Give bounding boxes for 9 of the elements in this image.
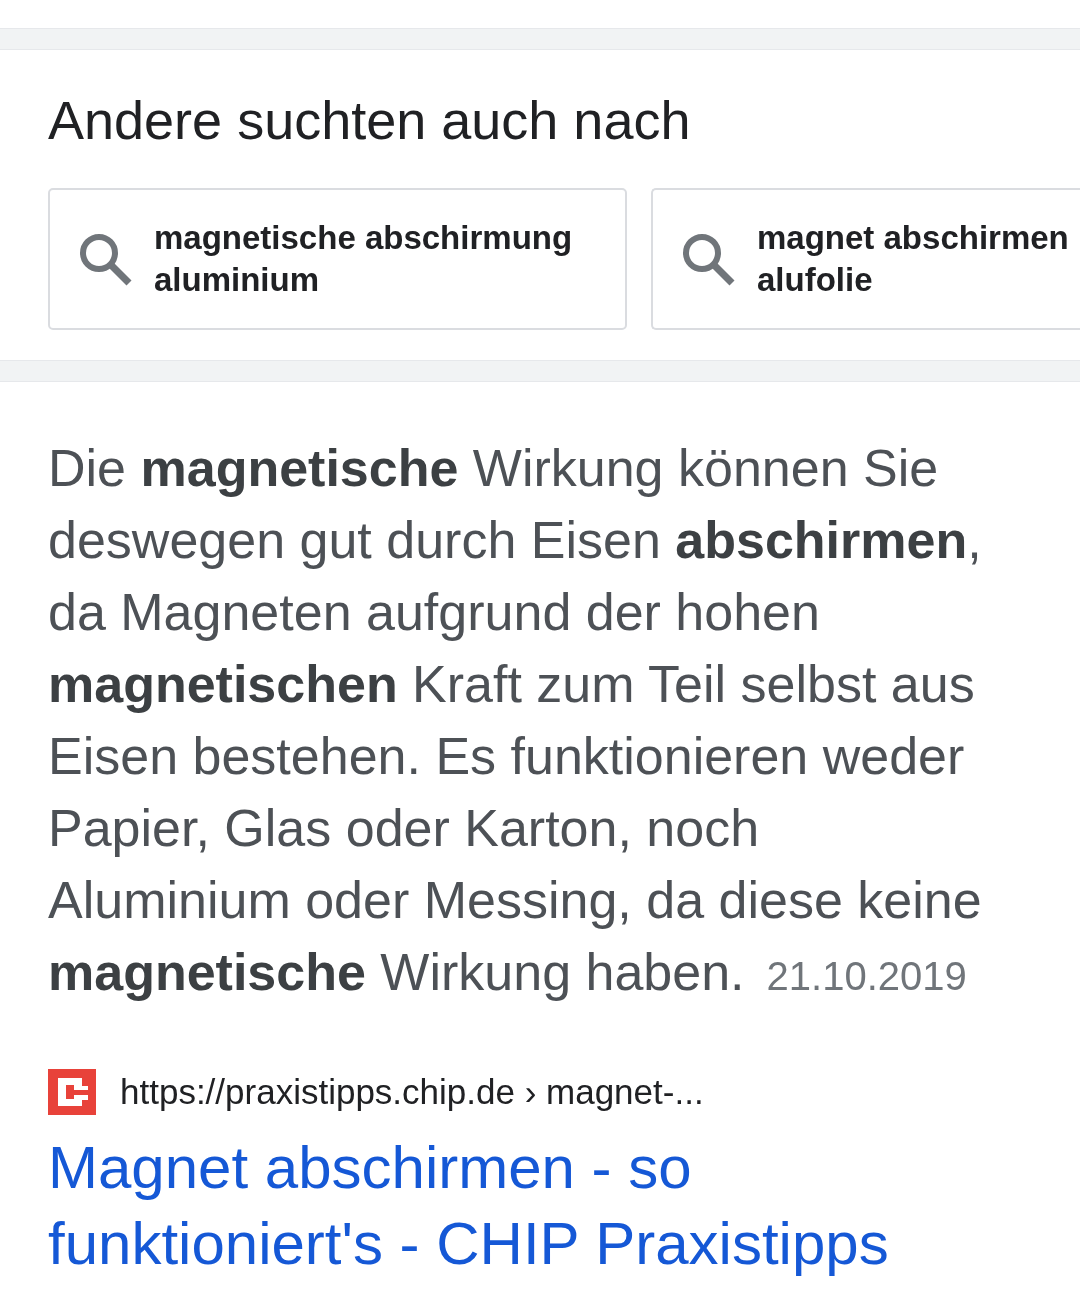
favicon-icon <box>48 1069 96 1115</box>
related-search-chip[interactable]: magnet abschirmen alufolie <box>651 188 1080 330</box>
result-url: https://praxistipps.chip.de › magnet-... <box>120 1071 704 1113</box>
related-search-chip[interactable]: magnetische abschirmung aluminium <box>48 188 627 330</box>
section-heading: Andere suchten auch nach <box>48 89 692 152</box>
snippet-paragraph: Die magnetische Wirkung können Sie deswegen gut durch Eisen abschirmen, da Magneten aufgrund der hohen magnetischen Kraft zum Teil selbst aus Eisen bestehen. Es funktionieren weder Papier, Glas oder Karton, noch Aluminium oder Messing, da diese keine magnetische Wirkung haben. 21.10.2019 <box>48 438 983 1003</box>
search-icon <box>78 232 132 286</box>
result-title-link[interactable]: Magnet abschirmen - so funktioniert's - CHIP Praxistipps <box>48 1130 968 1282</box>
search-icon <box>681 232 735 286</box>
